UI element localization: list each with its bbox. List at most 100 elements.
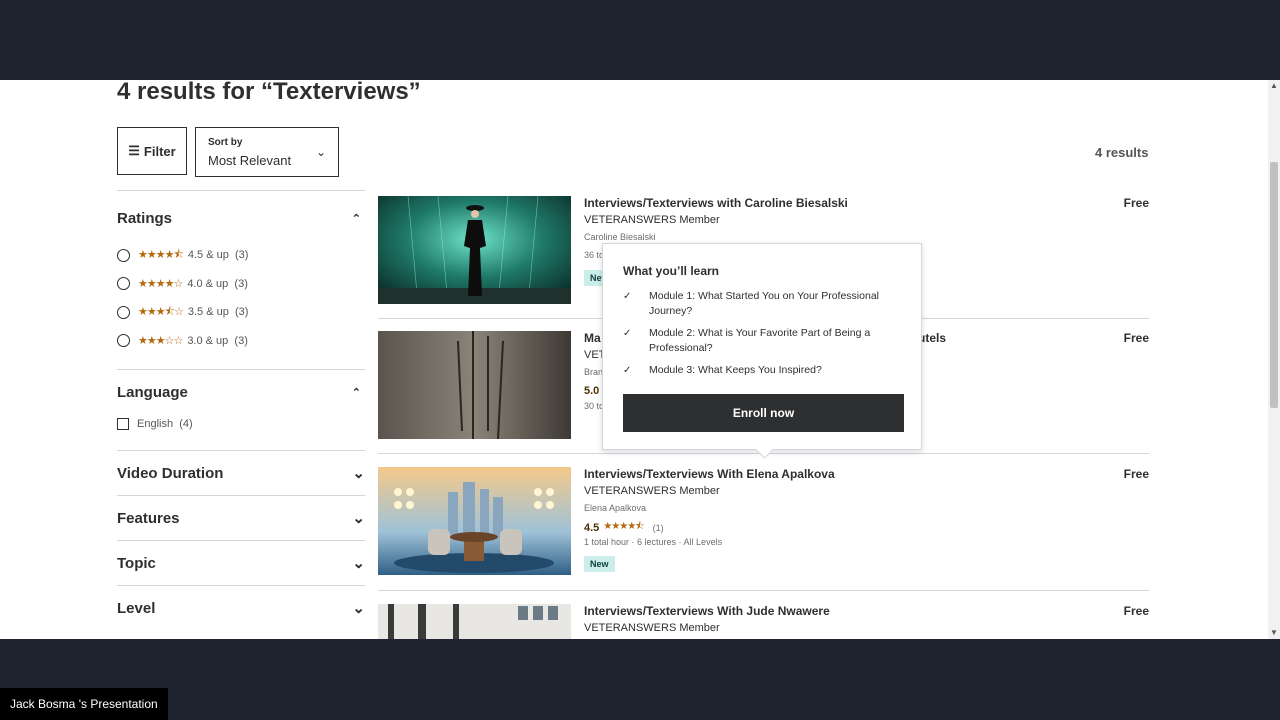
course-thumbnail: [378, 604, 571, 639]
course-thumbnail: [378, 196, 571, 304]
language-section-header[interactable]: Language ⌃: [117, 370, 365, 414]
course-rating: 5.0: [584, 385, 599, 397]
rating-label: 3.5 & up: [187, 306, 229, 319]
sort-label: Sort by: [208, 137, 243, 148]
scrollbar-thumb[interactable]: [1270, 162, 1278, 408]
course-price: Free: [1123, 467, 1149, 481]
rating-value: 4.5: [584, 521, 600, 534]
chevron-down-icon: ⌄: [352, 465, 365, 482]
star-rating-icon: ★★★⯪☆: [138, 305, 184, 318]
course-thumbnail: [378, 467, 571, 575]
rating-count: (3): [234, 277, 248, 290]
filter-button[interactable]: ☰ Filter: [117, 127, 187, 175]
enroll-now-button[interactable]: Enroll now: [623, 394, 904, 432]
learning-list: ✓ Module 1: What Started You on Your Prof…: [623, 289, 901, 385]
course-title[interactable]: Interviews/Texterviews with Caroline Bie…: [584, 196, 848, 210]
ratings-section-header[interactable]: Ratings ⌃: [117, 201, 365, 235]
course-title[interactable]: Interviews/Texterviews With Elena Apalko…: [584, 467, 835, 481]
rating-option[interactable]: ★★★★⯪ 4.5 & up (3): [117, 241, 365, 270]
course-instructor: Elena Apalkova: [584, 503, 647, 513]
course-price: Free: [1123, 196, 1149, 210]
course-instructor: Bran: [584, 367, 604, 377]
section-title: Features: [117, 509, 180, 527]
check-icon: ✓: [623, 291, 632, 302]
course-subtitle: VETERANSWERS Member: [584, 485, 720, 497]
section-title: Video Duration: [117, 464, 224, 482]
page-title: 4 results for “Texterviews”: [117, 80, 421, 105]
presenter-label: Jack Bosma 's Presentation: [0, 688, 168, 720]
shared-screen: 4 results for “Texterviews” ☰ Filter Sor…: [0, 80, 1278, 639]
radio-button[interactable]: [117, 305, 130, 319]
course-price: Free: [1123, 604, 1149, 618]
filter-icon: ☰: [128, 143, 140, 158]
rating-count: (1): [652, 522, 664, 533]
list-item: ✓ Module 2: What is Your Favorite Part of…: [623, 326, 901, 356]
sort-value: Most Relevant: [208, 153, 292, 168]
course-card[interactable]: Interviews/Texterviews With Elena Apalko…: [378, 467, 1149, 575]
chevron-down-icon: ⌄: [352, 600, 365, 617]
learning-item: Module 2: What is Your Favorite Part of …: [649, 327, 871, 354]
course-title[interactable]: Ma: [584, 331, 601, 345]
video-duration-section[interactable]: Video Duration ⌄: [117, 450, 365, 495]
course-subtitle: VETERANSWERS Member: [584, 622, 720, 634]
section-title: Topic: [117, 554, 156, 572]
radio-button[interactable]: [117, 248, 130, 262]
language-option[interactable]: English (4): [117, 414, 365, 434]
ratings-options: ★★★★⯪ 4.5 & up (3) ★★★★☆ 4.0 & up (3) ★★…: [117, 235, 365, 355]
radio-button[interactable]: [117, 334, 130, 348]
rating-label: 4.0 & up: [187, 277, 229, 290]
ratings-title: Ratings: [117, 209, 173, 227]
course-price: Free: [1123, 331, 1149, 345]
chevron-up-icon: ⌃: [351, 386, 361, 399]
checkbox[interactable]: [117, 418, 129, 430]
rating-option[interactable]: ★★★★☆ 4.0 & up (3): [117, 270, 365, 299]
course-card[interactable]: Interviews/Texterviews With Jude Nwawere…: [378, 604, 1149, 639]
star-rating-icon: ★★★★☆: [138, 278, 183, 291]
list-item: ✓ Module 1: What Started You on Your Prof…: [623, 289, 901, 319]
features-section[interactable]: Features ⌄: [117, 495, 365, 540]
filter-label: Filter: [143, 143, 176, 159]
course-thumbnail: [378, 331, 571, 439]
course-preview-popover: What you’ll learn ✓ Module 1: What Starte…: [602, 243, 922, 459]
section-title: Level: [117, 599, 156, 617]
divider: [378, 590, 1149, 591]
chevron-down-icon: ⌄: [352, 510, 365, 527]
popover-pointer: [755, 440, 774, 459]
chevron-down-icon: ⌄: [352, 555, 365, 572]
rating-value: 5.0: [584, 385, 600, 397]
new-badge: New: [584, 556, 615, 572]
course-instructor: Caroline Biesalski: [584, 232, 656, 242]
radio-button[interactable]: [117, 277, 130, 291]
learning-item: Module 3: What Keeps You Inspired?: [649, 364, 822, 376]
rating-option[interactable]: ★★★☆☆ 3.0 & up (3): [117, 327, 365, 356]
chevron-up-icon: ⌃: [351, 212, 361, 225]
sort-select[interactable]: Sort by Most Relevant ⌄: [195, 127, 339, 177]
language-count: (4): [179, 418, 193, 430]
language-label: English: [137, 418, 174, 430]
check-icon: ✓: [623, 328, 632, 339]
level-section[interactable]: Level ⌄: [117, 585, 365, 630]
topic-section[interactable]: Topic ⌄: [117, 540, 365, 585]
rating-count: (3): [234, 306, 249, 319]
language-title: Language: [117, 383, 188, 401]
star-rating-icon: ★★★★⯪: [603, 521, 644, 532]
course-title[interactable]: Interviews/Texterviews With Jude Nwawere: [584, 604, 830, 618]
rating-label: 3.0 & up: [187, 334, 229, 347]
popover-title: What you’ll learn: [623, 264, 720, 278]
course-title-tail: utels: [918, 331, 947, 345]
rating-option[interactable]: ★★★⯪☆ 3.5 & up (3): [117, 298, 365, 327]
rating-label: 4.5 & up: [187, 249, 229, 262]
course-rating: 4.5 ★★★★⯪ (1): [584, 519, 664, 536]
learning-item: Module 1: What Started You on Your Profe…: [649, 290, 879, 317]
rating-count: (3): [234, 249, 249, 262]
filter-sidebar: Ratings ⌃ ★★★★⯪ 4.5 & up (3) ★★★★☆ 4.0 &…: [117, 190, 365, 630]
course-subtitle: VETERANSWERS Member: [584, 214, 720, 226]
rating-count: (3): [234, 334, 248, 347]
check-icon: ✓: [623, 365, 632, 376]
chevron-down-icon: ⌄: [315, 145, 326, 159]
scroll-up-icon[interactable]: ▲: [1268, 80, 1280, 92]
list-item: ✓ Module 3: What Keeps You Inspired?: [623, 363, 901, 378]
scrollbar[interactable]: ▲ ▼: [1268, 80, 1280, 639]
scroll-down-icon[interactable]: ▼: [1268, 627, 1280, 639]
divider: [117, 190, 365, 191]
